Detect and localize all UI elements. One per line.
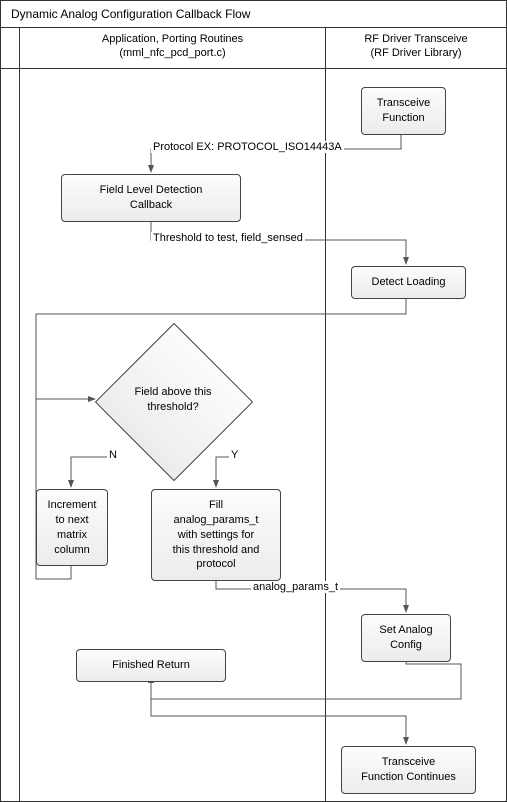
node-decision-label: Field above thisthreshold? — [98, 385, 248, 415]
lane-app-label-2: (mml_nfc_pcd_port.c) — [20, 46, 325, 60]
edge-protocol-label: Protocol EX: PROTOCOL_ISO14443A — [151, 141, 344, 153]
node-detect-loading: Detect Loading — [351, 266, 466, 299]
edge-analog-params-label: analog_params_t — [251, 581, 340, 593]
edge-yes-label: Y — [229, 449, 240, 461]
lane-header-application: Application, Porting Routines (mml_nfc_p… — [20, 28, 326, 68]
lane-divider-left — [19, 69, 20, 802]
diagram-body: TransceiveFunction Protocol EX: PROTOCOL… — [1, 69, 506, 802]
node-increment-label: Incrementto nextmatrixcolumn — [48, 499, 97, 556]
lane-header-rf: RF Driver Transceive (RF Driver Library) — [326, 28, 506, 68]
lane-rf-label-2: (RF Driver Library) — [326, 46, 506, 60]
edge-no-label: N — [107, 449, 119, 461]
node-finished-return: Finished Return — [76, 649, 226, 682]
node-fill-params-label: Fillanalog_params_twith settings forthis… — [173, 499, 260, 570]
node-increment: Incrementto nextmatrixcolumn — [36, 489, 108, 566]
node-transceive-function-label: TransceiveFunction — [377, 97, 430, 124]
lane-headers: Application, Porting Routines (mml_nfc_p… — [1, 28, 506, 69]
lane-app-label-1: Application, Porting Routines — [20, 32, 325, 46]
node-fill-params: Fillanalog_params_twith settings forthis… — [151, 489, 281, 581]
node-field-level-callback: Field Level DetectionCallback — [61, 174, 241, 222]
edge-threshold-label: Threshold to test, field_sensed — [151, 232, 305, 244]
node-transceive-continues: TransceiveFunction Continues — [341, 746, 476, 794]
lane-rf-label-1: RF Driver Transceive — [326, 32, 506, 46]
diagram-container: Dynamic Analog Configuration Callback Fl… — [0, 0, 507, 802]
node-set-analog-config-label: Set AnalogConfig — [379, 624, 432, 651]
node-detect-loading-label: Detect Loading — [372, 276, 446, 288]
node-transceive-continues-label: TransceiveFunction Continues — [361, 756, 456, 783]
lane-divider-mid — [325, 69, 326, 802]
diagram-title: Dynamic Analog Configuration Callback Fl… — [1, 1, 506, 28]
node-transceive-function: TransceiveFunction — [361, 87, 446, 135]
node-field-level-callback-label: Field Level DetectionCallback — [100, 184, 203, 211]
node-finished-return-label: Finished Return — [112, 659, 190, 671]
lane-margin — [1, 28, 20, 68]
node-set-analog-config: Set AnalogConfig — [361, 614, 451, 662]
